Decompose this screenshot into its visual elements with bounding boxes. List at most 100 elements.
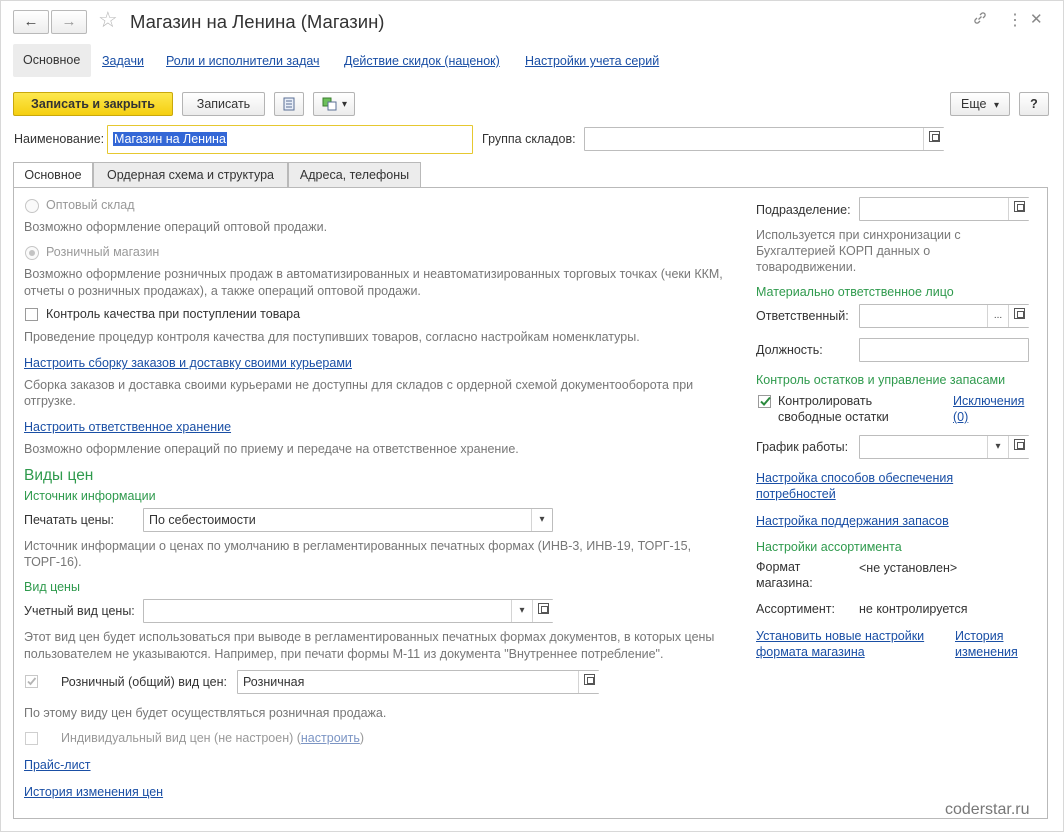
stock-maintenance-link[interactable]: Настройка поддержания запасов bbox=[756, 514, 949, 528]
division-input[interactable] bbox=[859, 197, 1029, 221]
accounting-description-line2: пользователем не указываются. Например, … bbox=[24, 647, 664, 661]
checkmark-icon bbox=[760, 396, 771, 406]
tab-panel bbox=[13, 187, 1048, 819]
warehouse-group-input[interactable] bbox=[584, 127, 944, 151]
more-button[interactable]: Еще ▾ bbox=[950, 92, 1010, 116]
store-format-value: <не установлен> bbox=[859, 561, 958, 575]
retail-price-checkbox[interactable] bbox=[25, 675, 38, 688]
nav-tab-roles[interactable]: Роли и исполнители задач bbox=[166, 54, 320, 68]
custody-description: Возможно оформление операций по приему и… bbox=[24, 442, 519, 456]
print-prices-dropdown-icon[interactable]: ▾ bbox=[531, 509, 552, 531]
assortment-value: не контролируется bbox=[859, 602, 968, 616]
price-types-header: Виды цен bbox=[24, 467, 94, 484]
individual-price-configure-link[interactable]: настроить bbox=[301, 731, 360, 745]
form-tab-main[interactable]: Основное bbox=[13, 162, 93, 188]
open-form-icon bbox=[1013, 201, 1025, 212]
supply-methods-link-line1[interactable]: Настройка способов обеспечения bbox=[756, 471, 953, 485]
division-description-line2: Бухгалтерией КОРП данных о bbox=[756, 244, 931, 258]
form-window: ← → ☆ Магазин на Ленина (Магазин) ⋮ ✕ Ос… bbox=[0, 0, 1064, 832]
store-format-label-line2: магазина: bbox=[756, 576, 813, 590]
position-input[interactable] bbox=[859, 338, 1029, 362]
help-button[interactable]: ? bbox=[1019, 92, 1049, 116]
exceptions-count-link[interactable]: (0) bbox=[953, 410, 968, 424]
name-input-value: Магазин на Ленина bbox=[113, 132, 227, 146]
courier-settings-link[interactable]: Настроить сборку заказов и доставку свои… bbox=[24, 356, 352, 370]
open-form-icon bbox=[1013, 439, 1025, 450]
back-button[interactable]: ← bbox=[13, 10, 49, 34]
control-free-stock-checkbox[interactable] bbox=[758, 395, 771, 408]
more-button-label: Еще bbox=[961, 97, 987, 111]
info-source-header: Источник информации bbox=[24, 489, 156, 503]
print-prices-description-line2: ТОРГ-16). bbox=[24, 555, 82, 569]
nav-tab-tasks[interactable]: Задачи bbox=[102, 54, 144, 68]
exceptions-link[interactable]: Исключения bbox=[953, 394, 1024, 408]
quality-control-checkbox[interactable] bbox=[25, 308, 38, 321]
retail-description-line1: Возможно оформление розничных продаж в а… bbox=[24, 267, 723, 281]
stock-control-header: Контроль остатков и управление запасами bbox=[756, 373, 1006, 387]
name-input[interactable]: Магазин на Ленина bbox=[107, 125, 473, 154]
pricelist-link[interactable]: Прайс-лист bbox=[24, 758, 91, 772]
print-prices-description-line1: Источник информации о ценах по умолчанию… bbox=[24, 539, 692, 553]
retail-radio[interactable] bbox=[25, 246, 39, 260]
nav-tab-series[interactable]: Настройки учета серий bbox=[525, 54, 659, 68]
work-schedule-label: График работы: bbox=[756, 440, 849, 454]
name-label: Наименование: bbox=[14, 132, 105, 146]
courier-description-line2: отгрузке. bbox=[24, 394, 76, 408]
print-prices-select[interactable]: По себестоимости bbox=[143, 508, 553, 532]
retail-description-line2: отчеты о розничных продажах), а также оп… bbox=[24, 284, 421, 298]
history-link-line2[interactable]: изменения bbox=[955, 645, 1018, 659]
form-tab-order-scheme[interactable]: Ордерная схема и структура bbox=[93, 162, 288, 187]
work-schedule-dropdown-icon[interactable]: ▾ bbox=[987, 436, 1008, 458]
retail-label: Розничный магазин bbox=[46, 245, 160, 259]
work-schedule-open-button[interactable] bbox=[1008, 436, 1029, 458]
accounting-price-label: Учетный вид цены: bbox=[24, 604, 135, 618]
open-form-icon bbox=[1013, 308, 1025, 319]
save-button[interactable]: Записать bbox=[182, 92, 265, 116]
nav-tab-main[interactable]: Основное bbox=[13, 44, 91, 77]
wholesale-radio[interactable] bbox=[25, 199, 39, 213]
report-button[interactable] bbox=[274, 92, 304, 116]
forward-button[interactable]: → bbox=[51, 10, 87, 34]
individual-price-checkbox[interactable] bbox=[25, 732, 38, 745]
close-icon[interactable]: ✕ bbox=[1030, 10, 1043, 28]
retail-price-value: Розничная bbox=[243, 675, 305, 689]
accounting-price-open-button[interactable] bbox=[532, 600, 553, 622]
price-type-header: Вид цены bbox=[24, 580, 80, 594]
price-history-link[interactable]: История изменения цен bbox=[24, 785, 163, 799]
control-free-stock-label-line1: Контролировать bbox=[778, 394, 873, 408]
retail-price-label: Розничный (общий) вид цен: bbox=[61, 675, 227, 689]
create-based-on-button[interactable]: ▾ bbox=[313, 92, 355, 116]
division-description-line3: товародвижении. bbox=[756, 260, 857, 274]
division-description-line1: Используется при синхронизации с bbox=[756, 228, 961, 242]
individual-price-text: Индивидуальный вид цен (не настроен) ( bbox=[61, 731, 301, 745]
watermark: coderstar.ru bbox=[945, 801, 1030, 818]
more-vertical-icon[interactable]: ⋮ bbox=[1007, 10, 1023, 30]
courier-description-line1: Сборка заказов и доставка своими курьера… bbox=[24, 378, 694, 392]
division-open-button[interactable] bbox=[1008, 198, 1029, 220]
link-icon[interactable] bbox=[972, 10, 988, 29]
accounting-price-input[interactable] bbox=[143, 599, 553, 623]
accounting-price-dropdown-icon[interactable]: ▾ bbox=[511, 600, 532, 622]
document-list-icon bbox=[283, 97, 295, 114]
new-format-settings-link-line1[interactable]: Установить новые настройки bbox=[756, 629, 924, 643]
retail-price-open-button[interactable] bbox=[578, 671, 599, 693]
responsible-open-button[interactable] bbox=[1008, 305, 1029, 327]
favorite-star-icon[interactable]: ☆ bbox=[98, 7, 118, 33]
custody-settings-link[interactable]: Настроить ответственное хранение bbox=[24, 420, 231, 434]
form-tab-addresses[interactable]: Адреса, телефоны bbox=[288, 162, 421, 187]
control-free-stock-label-line2: свободные остатки bbox=[778, 410, 889, 424]
new-format-settings-link-line2[interactable]: формата магазина bbox=[756, 645, 865, 659]
history-link-line1[interactable]: История bbox=[955, 629, 1003, 643]
nav-tab-discounts[interactable]: Действие скидок (наценок) bbox=[344, 54, 500, 68]
save-and-close-button[interactable]: Записать и закрыть bbox=[13, 92, 173, 116]
create-based-on-icon bbox=[322, 97, 338, 114]
wholesale-label: Оптовый склад bbox=[46, 198, 135, 212]
assortment-header: Настройки ассортимента bbox=[756, 540, 902, 554]
checkmark-icon bbox=[27, 677, 37, 686]
individual-price-close-paren: ) bbox=[359, 731, 365, 745]
supply-methods-link-line2[interactable]: потребностей bbox=[756, 487, 836, 501]
responsible-label: Ответственный: bbox=[756, 309, 849, 323]
responsible-select-button[interactable]: ... bbox=[987, 305, 1008, 327]
retail-price-input[interactable]: Розничная bbox=[237, 670, 599, 694]
warehouse-group-open-button[interactable] bbox=[923, 128, 944, 150]
